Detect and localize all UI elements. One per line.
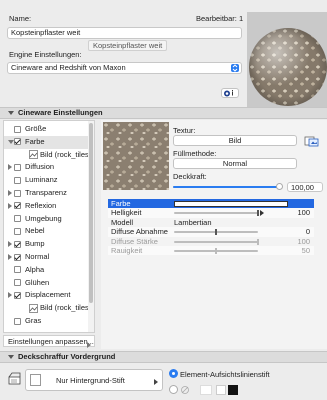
slider-knob: [257, 238, 259, 245]
channel-row[interactable]: Alpha: [4, 264, 90, 277]
fill-section-title: Deckschraffur Vordergrund: [18, 352, 116, 361]
channel-checkbox[interactable]: [14, 277, 21, 290]
pen-number-field[interactable]: [200, 385, 212, 395]
channel-checkbox[interactable]: [14, 315, 21, 328]
property-row[interactable]: Rauigkeit 50: [108, 246, 314, 256]
property-key: Diffuse Stärke: [111, 236, 158, 246]
property-slider: [174, 248, 258, 254]
channel-checkbox[interactable]: [14, 289, 21, 302]
property-key: Helligkeit: [111, 208, 142, 218]
radio-element-pen[interactable]: [169, 369, 178, 378]
channel-label: Glühen: [25, 277, 50, 287]
property-row[interactable]: Helligkeit 100: [108, 208, 314, 218]
radio-element-pen-label: Element-Aufsichtslinienstift: [180, 370, 270, 379]
property-row[interactable]: Modell Lambertian: [108, 218, 314, 227]
pen-icon: [180, 385, 190, 395]
property-value: 50: [301, 246, 310, 255]
channel-label: Displacement: [25, 290, 71, 300]
pen-color-swatch-white[interactable]: [216, 385, 226, 395]
property-value: 100: [297, 236, 310, 246]
collapse-icon: [8, 354, 14, 359]
property-key: Farbe: [111, 199, 131, 208]
property-key: Modell: [111, 217, 134, 227]
image-icon: [29, 302, 38, 315]
chevron-right-icon: [87, 339, 91, 351]
channel-row[interactable]: Glühen: [4, 277, 90, 290]
pen-swatch: [30, 374, 41, 386]
property-slider[interactable]: [174, 210, 259, 217]
property-row[interactable]: Diffuse Abnahme 0: [108, 227, 314, 237]
slider-knob[interactable]: [215, 229, 217, 236]
chevron-right-icon[interactable]: [8, 289, 12, 302]
radio-dot: [172, 372, 175, 375]
slider-knob[interactable]: [257, 210, 259, 217]
color-swatch[interactable]: [174, 200, 288, 207]
fill-pattern-icon: [7, 372, 22, 386]
property-slider: [174, 238, 259, 245]
channel-label: Bild (rock_tiles_p: [40, 303, 95, 313]
channel-row[interactable]: Bild (rock_tiles_p: [4, 302, 94, 315]
channel-row[interactable]: Gras: [4, 315, 90, 328]
adjust-settings-button[interactable]: Einstellungen anpassen...: [3, 335, 95, 349]
property-key: Diffuse Abnahme: [111, 227, 168, 237]
slider-arrow-icon: [260, 208, 264, 217]
background-pen-select[interactable]: Nur Hintergrund-Stift: [25, 369, 163, 391]
pen-color-swatch-black[interactable]: [228, 385, 238, 395]
background-pen-label: Nur Hintergrund-Stift: [56, 376, 125, 385]
fill-section-header[interactable]: Deckschraffur Vordergrund: [0, 351, 327, 363]
channel-row[interactable]: Displacement: [4, 289, 90, 302]
channel-label: Alpha: [25, 264, 45, 274]
adjust-settings-label: Einstellungen anpassen...: [8, 337, 94, 346]
property-key: Rauigkeit: [111, 246, 143, 255]
property-value: Lambertian: [174, 217, 212, 227]
channel-label: Gras: [25, 316, 42, 325]
property-row[interactable]: Diffuse Stärke 100: [108, 237, 314, 246]
property-value: 0: [305, 227, 310, 237]
property-value: 100: [297, 208, 310, 218]
channel-checkbox[interactable]: [14, 264, 21, 277]
property-row[interactable]: Farbe: [108, 199, 314, 209]
radio-custom-pen[interactable]: [169, 385, 178, 394]
chevron-right-icon: [154, 377, 158, 386]
property-slider[interactable]: [174, 229, 258, 236]
slider-knob: [215, 248, 217, 254]
